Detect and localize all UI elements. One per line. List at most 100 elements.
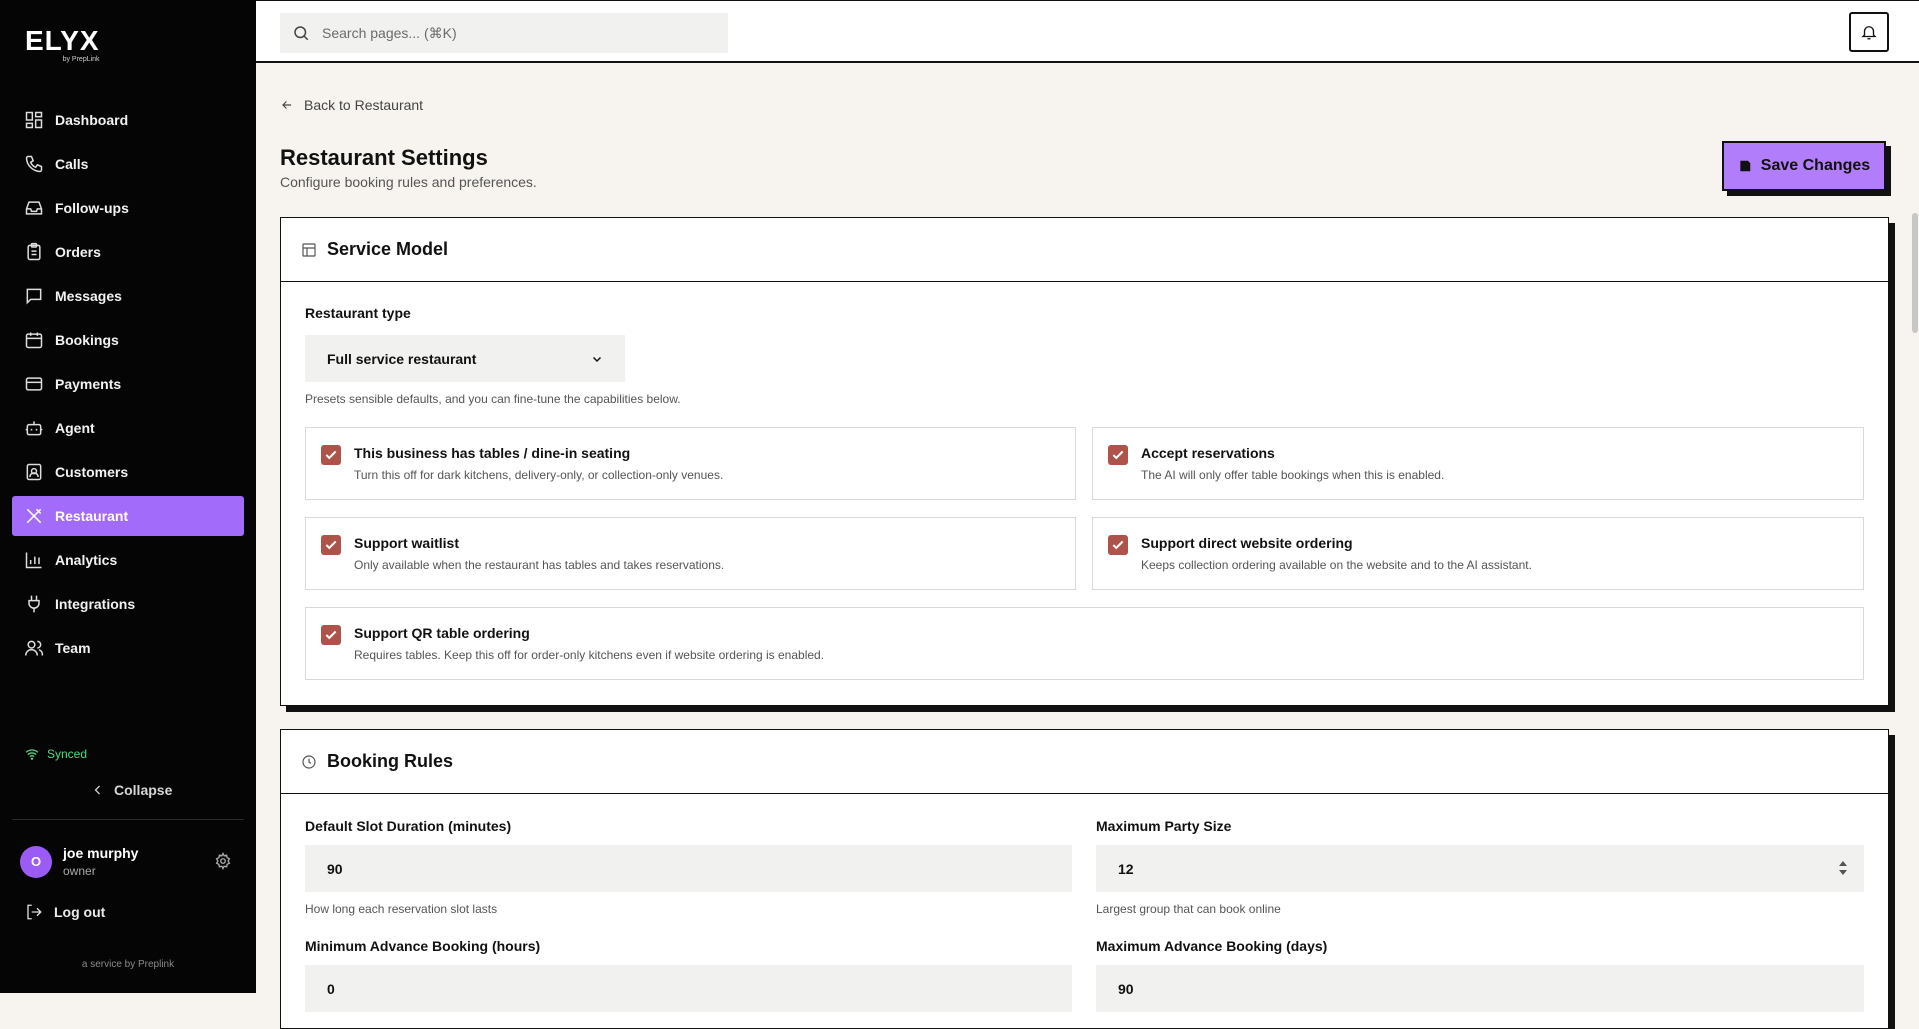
calendar-icon [25, 332, 43, 349]
user-role: owner [63, 864, 96, 878]
option-tables[interactable]: This business has tables / dine-in seati… [305, 427, 1076, 500]
check-icon [325, 630, 337, 640]
spinner-arrows-icon[interactable] [1838, 859, 1848, 877]
logout-icon [27, 904, 42, 920]
layout-icon [302, 242, 316, 257]
option-reservations[interactable]: Accept reservations The AI will only off… [1092, 427, 1864, 500]
page-scrollbar[interactable] [1911, 63, 1919, 993]
scrollbar-thumb[interactable] [1912, 213, 1918, 333]
sidebar-item-label: Follow-ups [55, 200, 129, 216]
avatar: O [20, 845, 52, 878]
users-icon [24, 640, 44, 656]
back-link[interactable]: Back to Restaurant [280, 97, 423, 113]
search-icon [294, 26, 309, 41]
checkbox-website-ordering[interactable] [1108, 535, 1128, 555]
user-name: joe murphy [63, 845, 139, 861]
sidebar-item-agent[interactable]: Agent [12, 408, 244, 448]
plug-icon [28, 595, 40, 613]
option-title: This business has tables / dine-in seati… [354, 445, 631, 461]
sidebar-item-orders[interactable]: Orders [12, 232, 244, 272]
max-advance-field[interactable] [1096, 965, 1864, 1012]
phone-icon [25, 155, 43, 173]
service-footer: a service by Preplink [81, 959, 175, 970]
booking-rules-title: Booking Rules [327, 751, 454, 771]
min-advance-input[interactable] [325, 979, 1072, 998]
option-website-ordering[interactable]: Support direct website ordering Keeps co… [1092, 517, 1864, 590]
message-icon [26, 288, 42, 305]
utensils-icon [26, 508, 42, 524]
sidebar-item-label: Orders [55, 244, 101, 260]
chevron-left-icon [94, 785, 100, 795]
sidebar-item-team[interactable]: Team [12, 628, 244, 668]
slot-duration-field[interactable] [305, 845, 1072, 892]
checkbox-reservations[interactable] [1108, 445, 1128, 465]
robot-icon [25, 421, 43, 436]
max-party-size-label: Maximum Party Size [1096, 818, 1232, 834]
sidebar-item-dashboard[interactable]: Dashboard [12, 100, 244, 140]
arrow-left-icon [282, 101, 292, 109]
notifications-button[interactable] [1849, 12, 1889, 52]
checkbox-waitlist[interactable] [321, 535, 341, 555]
sidebar-item-label: Customers [55, 464, 129, 480]
collapse-label: Collapse [114, 782, 173, 798]
sidebar-item-label: Integrations [55, 596, 136, 612]
collapse-button[interactable]: Collapse [92, 782, 172, 798]
sidebar-item-calls[interactable]: Calls [12, 144, 244, 184]
bell-icon [1861, 26, 1877, 40]
dashboard-icon [25, 111, 43, 129]
sidebar-item-label: Agent [55, 420, 95, 436]
max-party-size-input[interactable] [1116, 859, 1864, 878]
sidebar-item-label: Messages [55, 288, 122, 304]
chevron-down-icon [592, 356, 602, 362]
max-party-size-help: Largest group that can book online [1096, 902, 1281, 916]
wifi-icon [25, 749, 39, 760]
restaurant-type-help: Presets sensible defaults, and you can f… [305, 392, 681, 406]
main-content: Back to Restaurant Restaurant Settings C… [280, 63, 1889, 1029]
sidebar-item-integrations[interactable]: Integrations [12, 584, 244, 624]
max-advance-input[interactable] [1116, 979, 1864, 998]
checkbox-qr-ordering[interactable] [321, 625, 341, 645]
check-icon [1112, 540, 1124, 550]
sidebar-item-bookings[interactable]: Bookings [12, 320, 244, 360]
sidebar-item-label: Team [55, 640, 91, 656]
sidebar-item-follow-ups[interactable]: Follow-ups [12, 188, 244, 228]
sidebar-item-payments[interactable]: Payments [12, 364, 244, 404]
checkbox-tables[interactable] [321, 445, 341, 465]
sidebar-item-customers[interactable]: Customers [12, 452, 244, 492]
sidebar-item-label: Payments [55, 376, 122, 392]
sidebar-item-analytics[interactable]: Analytics [12, 540, 244, 580]
service-model-header: Service Model [281, 218, 1888, 282]
option-description: Keeps collection ordering available on t… [1141, 558, 1532, 572]
option-waitlist[interactable]: Support waitlist Only available when the… [305, 517, 1076, 590]
restaurant-type-select[interactable]: Full service restaurant [305, 335, 625, 382]
page-title: Restaurant Settings [280, 145, 488, 170]
service-model-card: Service Model Restaurant type Full servi… [280, 217, 1889, 706]
search-input[interactable] [320, 24, 700, 42]
save-changes-button[interactable]: Save Changes [1722, 141, 1886, 191]
sidebar-item-label: Calls [55, 156, 89, 172]
credit-card-icon [25, 377, 43, 391]
sidebar-item-restaurant[interactable]: Restaurant [12, 496, 244, 536]
min-advance-label: Minimum Advance Booking (hours) [305, 938, 541, 954]
max-advance-label: Maximum Advance Booking (days) [1096, 938, 1328, 954]
option-title: Support direct website ordering [1141, 535, 1353, 551]
slot-duration-input[interactable] [325, 859, 1072, 878]
sync-status: Synced [25, 747, 87, 761]
elyx-logo[interactable]: ELYX by PrepLink [25, 27, 100, 64]
option-qr-ordering[interactable]: Support QR table ordering Requires table… [305, 607, 1864, 680]
gear-icon[interactable] [214, 852, 232, 870]
sidebar-item-messages[interactable]: Messages [12, 276, 244, 316]
search-box[interactable] [280, 13, 728, 53]
logout-button[interactable]: Log out [25, 903, 105, 921]
logo-byline: by PrepLink [62, 56, 100, 63]
user-profile[interactable]: O joe murphy owner [20, 845, 138, 878]
restaurant-type-value: Full service restaurant [327, 350, 477, 367]
sidebar-divider [12, 819, 244, 820]
slot-duration-help: How long each reservation slot lasts [305, 902, 498, 916]
logout-label: Log out [54, 904, 106, 920]
min-advance-field[interactable] [305, 965, 1072, 1012]
max-party-size-field[interactable] [1096, 845, 1864, 892]
option-title: Support QR table ordering [354, 625, 530, 641]
slot-duration-label: Default Slot Duration (minutes) [305, 818, 512, 834]
bar-chart-icon [25, 552, 42, 569]
